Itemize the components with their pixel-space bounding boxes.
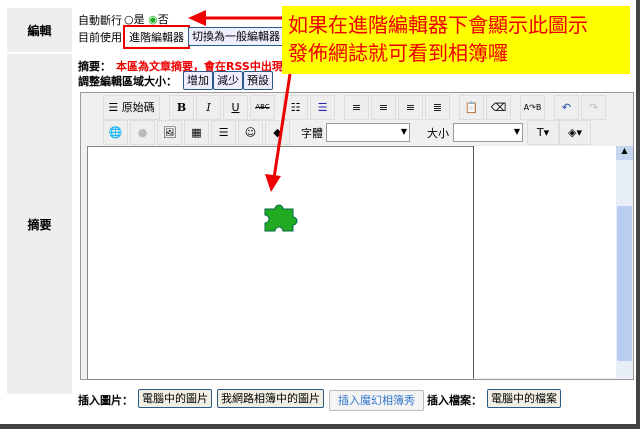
size-select[interactable]: ▼ — [453, 123, 523, 142]
smiley-icon[interactable]: ☺ — [238, 120, 263, 145]
underline-button[interactable]: U — [223, 95, 248, 120]
text-color-button[interactable]: T▾ — [527, 120, 559, 145]
insert-file-label: 插入檔案： — [427, 394, 482, 407]
justify-icon[interactable]: ≣ — [425, 95, 450, 120]
undo-icon[interactable]: ↶ — [554, 95, 579, 120]
paste-word-icon[interactable]: 📋 — [459, 95, 484, 120]
eraser-icon[interactable]: ⌫ — [486, 95, 511, 120]
font-select[interactable]: ▼ — [326, 123, 410, 142]
replace-icon[interactable]: A↷B — [520, 95, 545, 120]
scroll-up-icon[interactable]: ▲ — [616, 146, 633, 160]
annotation-callout: 如果在進階編輯器下會顯示此圖示 發佈網誌就可看到相簿囉 — [282, 6, 630, 74]
rich-text-editor: ☰ 原始碼 B I U ABC ☷ ☰ ≡ ≡ ≡ ≣ 📋 ⌫ A↷B ↶ ↷ … — [80, 92, 634, 380]
magic-album-button[interactable]: 插入魔幻相簿秀 — [329, 390, 424, 411]
puzzle-icon — [264, 204, 298, 232]
table-icon[interactable]: ▦ — [184, 120, 209, 145]
summary-label: 摘要 — [7, 54, 72, 394]
switch-editor-button[interactable]: 切換為一般編輯器 — [188, 27, 284, 46]
bg-color-button[interactable]: ◈▾ — [559, 120, 591, 145]
chevron-down-icon: ▼ — [513, 127, 520, 136]
image-from-album-button[interactable]: 我網路相簿中的圖片 — [217, 389, 324, 408]
image-from-pc-button[interactable]: 電腦中的圖片 — [138, 389, 212, 408]
italic-button[interactable]: I — [196, 95, 221, 120]
bullet-list-icon[interactable]: ☰ — [310, 95, 335, 120]
decrease-button[interactable]: 減少 — [213, 71, 243, 90]
scrollbar[interactable]: ▲ — [616, 146, 633, 378]
advanced-editor-indicator: 進階編輯器 — [123, 25, 190, 49]
link-icon[interactable]: 🌐 — [103, 120, 128, 145]
size-label: 大小 — [427, 127, 449, 140]
source-button[interactable]: ☰ 原始碼 — [103, 95, 160, 120]
align-left-icon[interactable]: ≡ — [344, 95, 369, 120]
redo-icon[interactable]: ↷ — [581, 95, 606, 120]
current-editor-label: 目前使用 — [78, 31, 122, 44]
callout-line-1: 如果在進階編輯器下會顯示此圖示 — [288, 13, 588, 37]
strikethrough-button[interactable]: ABC — [250, 95, 275, 120]
source-label: 原始碼 — [121, 101, 155, 114]
increase-button[interactable]: 增加 — [183, 71, 213, 90]
ordered-list-icon[interactable]: ☷ — [283, 95, 308, 120]
edit-label: 編輯 — [7, 8, 72, 52]
align-right-icon[interactable]: ≡ — [398, 95, 423, 120]
chevron-down-icon: ▼ — [400, 127, 407, 136]
image-icon[interactable]: 🖼 — [157, 120, 182, 145]
align-center-icon[interactable]: ≡ — [371, 95, 396, 120]
summary-note-label: 摘要： — [78, 60, 111, 73]
unlink-icon[interactable]: ● — [130, 120, 155, 145]
scrollbar-thumb[interactable] — [617, 206, 632, 361]
auto-wrap-label: 自動斷行 — [78, 14, 122, 27]
editor-side-panel — [473, 146, 616, 378]
insert-image-label: 插入圖片： — [78, 394, 133, 407]
editor-content-area[interactable] — [87, 146, 474, 380]
callout-line-2: 發佈網誌就可看到相簿囉 — [288, 41, 508, 65]
file-from-pc-button[interactable]: 電腦中的檔案 — [487, 389, 561, 408]
resize-label: 調整編輯區域大小： — [78, 75, 177, 88]
font-label: 字體 — [301, 127, 323, 140]
default-button[interactable]: 預設 — [243, 71, 273, 90]
source-icon: ☰ — [108, 101, 119, 114]
horizontal-rule-icon[interactable]: ☰ — [211, 120, 236, 145]
special-char-icon[interactable]: ◆ — [265, 120, 290, 145]
bold-button[interactable]: B — [169, 95, 194, 120]
